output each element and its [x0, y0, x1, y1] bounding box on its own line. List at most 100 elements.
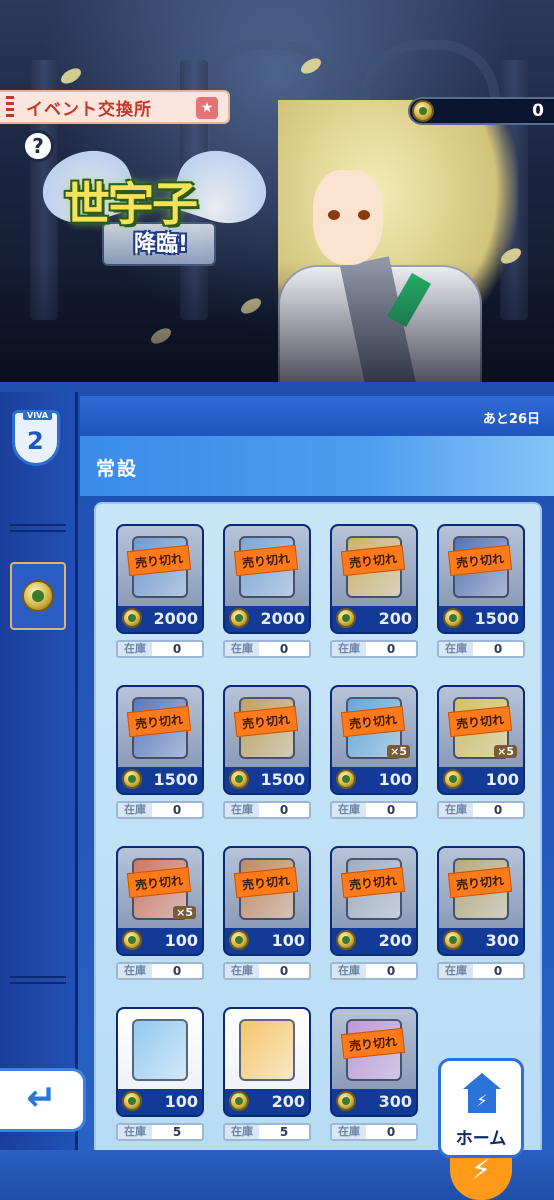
- stock-box: 在庫 0: [116, 801, 204, 819]
- item-card: 売り切れ ×5 100: [330, 685, 418, 795]
- home-label: ホーム: [455, 1129, 507, 1149]
- item-price: 100: [271, 931, 305, 950]
- help-button[interactable]: ?: [22, 130, 54, 162]
- stock-label: 在庫: [332, 1125, 366, 1139]
- event-coin-icon: [443, 769, 463, 789]
- stock-box: 在庫 0: [223, 801, 311, 819]
- stock-label: 在庫: [118, 803, 152, 817]
- event-coin-icon: [336, 930, 356, 950]
- event-coin-icon: [122, 769, 142, 789]
- character-face: [313, 170, 383, 265]
- price-row: 100: [439, 767, 523, 793]
- stock-value: 0: [279, 803, 289, 817]
- star-ticket-icon: ★: [196, 97, 218, 119]
- event-coin-icon: [412, 100, 434, 122]
- stock-box: 在庫 0: [437, 801, 525, 819]
- stock-value: 0: [172, 964, 182, 978]
- item-card: 売り切れ 1500: [437, 524, 525, 634]
- price-row: 1500: [225, 767, 309, 793]
- remaining-days: あと26日: [482, 412, 540, 427]
- stock-label: 在庫: [439, 803, 473, 817]
- shop-item: 売り切れ 200 在庫 0: [330, 524, 418, 658]
- item-price: 1500: [474, 609, 519, 628]
- shop-item: 売り切れ 100 在庫 0: [223, 846, 311, 980]
- price-row: 100: [225, 928, 309, 954]
- event-exchange-tab: イベント交換所 ★: [0, 90, 230, 124]
- price-row: 200: [332, 606, 416, 632]
- stock-value: 0: [493, 642, 503, 656]
- price-row: 2000: [118, 606, 202, 632]
- item-price: 200: [378, 609, 412, 628]
- sidebar-item-event-coin[interactable]: [10, 562, 66, 630]
- item-price: 2000: [153, 609, 198, 628]
- sidebar-divider: [10, 976, 66, 978]
- shop-item: 売り切れ 1500 在庫 0: [437, 524, 525, 658]
- shop-item: 売り切れ 200 在庫 0: [330, 846, 418, 980]
- price-row: 1500: [118, 767, 202, 793]
- logo-title: 世宇子: [64, 177, 198, 231]
- stock-label: 在庫: [225, 803, 259, 817]
- stock-value: 5: [279, 1125, 289, 1139]
- stock-label: 在庫: [225, 1125, 259, 1139]
- event-coin-icon: [22, 580, 54, 612]
- stock-box: 在庫 0: [330, 1123, 418, 1141]
- event-coin-icon: [229, 769, 249, 789]
- item-card: 売り切れ 2000: [223, 524, 311, 634]
- stock-label: 在庫: [225, 642, 259, 656]
- back-button[interactable]: ↵: [0, 1068, 86, 1132]
- shop-item[interactable]: 100 在庫 5: [116, 1007, 204, 1141]
- item-price: 100: [378, 770, 412, 789]
- item-card[interactable]: 100: [116, 1007, 204, 1117]
- sidebar-divider: [10, 524, 66, 526]
- banner-shade: [0, 262, 554, 382]
- stock-value: 0: [493, 803, 503, 817]
- price-row: 200: [225, 1089, 309, 1115]
- price-row: 200: [332, 928, 416, 954]
- shop-item: 売り切れ 2000 在庫 0: [223, 524, 311, 658]
- stock-label: 在庫: [332, 964, 366, 978]
- item-price: 1500: [153, 770, 198, 789]
- character-eye: [328, 210, 340, 220]
- event-coin-icon: [229, 930, 249, 950]
- event-logo: 世宇子 降臨!: [33, 139, 276, 275]
- stock-box: 在庫 0: [437, 962, 525, 980]
- home-button[interactable]: ⚡ ホーム: [438, 1058, 524, 1158]
- stock-value: 0: [493, 964, 503, 978]
- item-icon: [132, 1019, 188, 1081]
- emblem-mark: 2: [27, 427, 44, 455]
- viva-emblem-icon: VIVA 2: [12, 410, 60, 466]
- section-header: 常設: [80, 436, 554, 496]
- emblem-tag: VIVA: [23, 411, 53, 420]
- item-price: 100: [485, 770, 519, 789]
- quantity-badge: ×5: [173, 906, 196, 919]
- shop-item: 売り切れ ×5 100 在庫 0: [437, 685, 525, 819]
- item-card: 売り切れ 2000: [116, 524, 204, 634]
- stock-box: 在庫 0: [223, 962, 311, 980]
- item-card[interactable]: 200: [223, 1007, 311, 1117]
- stock-box: 在庫 5: [116, 1123, 204, 1141]
- event-coin-icon: [443, 930, 463, 950]
- shop-item: 売り切れ ×5 100 在庫 0: [330, 685, 418, 819]
- event-coin-icon: [122, 608, 142, 628]
- item-card: 売り切れ 200: [330, 524, 418, 634]
- stock-value: 0: [386, 642, 396, 656]
- event-exchange-label: イベント交換所: [26, 99, 152, 120]
- stock-label: 在庫: [118, 642, 152, 656]
- bolt-icon: ⚡: [468, 1089, 496, 1113]
- item-icon: [239, 1019, 295, 1081]
- shop-item: 売り切れ 300 在庫 0: [437, 846, 525, 980]
- stock-label: 在庫: [225, 964, 259, 978]
- event-coin-icon: [229, 1091, 249, 1111]
- price-row: 1500: [439, 606, 523, 632]
- shop-item: 売り切れ 1500 在庫 0: [116, 685, 204, 819]
- price-row: 100: [332, 767, 416, 793]
- item-card: 売り切れ 100: [223, 846, 311, 956]
- item-price: 300: [485, 931, 519, 950]
- stock-box: 在庫 0: [437, 640, 525, 658]
- quantity-badge: ×5: [494, 745, 517, 758]
- item-image: [118, 1009, 202, 1091]
- item-price: 300: [378, 1092, 412, 1111]
- event-coin-icon: [229, 608, 249, 628]
- shop-item[interactable]: 200 在庫 5: [223, 1007, 311, 1141]
- item-card: 売り切れ ×5 100: [437, 685, 525, 795]
